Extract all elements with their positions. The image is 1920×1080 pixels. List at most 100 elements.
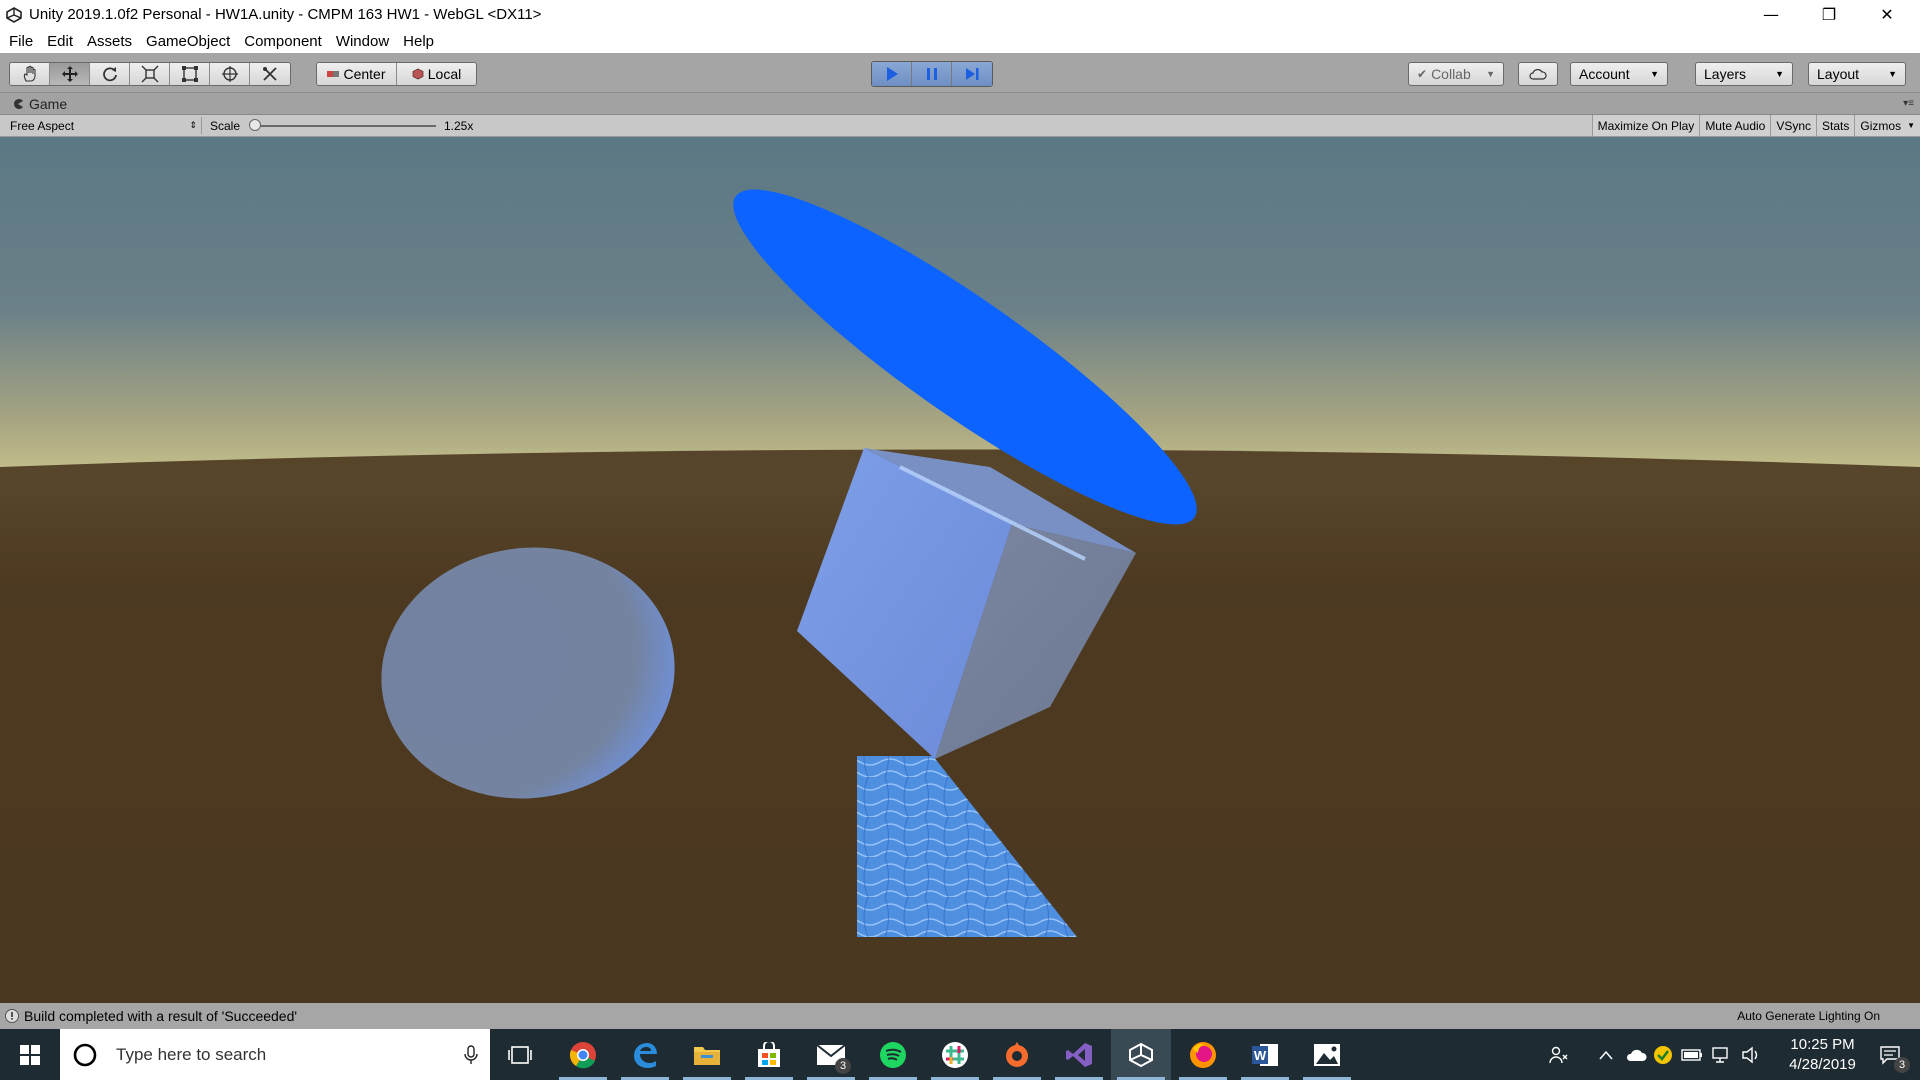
menu-edit[interactable]: Edit [40,33,80,50]
panel-menu-icon[interactable]: ▾≡ [1903,98,1914,109]
aspect-arrows-icon: ⇕ [189,120,197,130]
menu-help[interactable]: Help [396,33,441,50]
norton-icon[interactable] [1648,1029,1678,1080]
transform-tools [9,62,291,86]
pivot-center-button[interactable]: Center [317,63,397,85]
minimize-button[interactable]: — [1742,0,1800,29]
move-tool-icon[interactable] [50,63,90,85]
show-hidden-icons-icon[interactable] [1591,1029,1621,1080]
space-local-button[interactable]: Local [397,63,476,85]
battery-icon[interactable] [1677,1029,1707,1080]
tab-game-label: Game [29,95,68,112]
account-dropdown[interactable]: Account ▼ [1570,62,1668,86]
tab-game[interactable]: Game [12,96,67,112]
pivot-icon [327,71,340,77]
firefox-icon[interactable] [1173,1029,1233,1080]
pause-button[interactable] [912,62,952,86]
maximize-on-play-toggle[interactable]: Maximize On Play [1591,115,1700,136]
menu-window[interactable]: Window [329,33,396,50]
volume-icon[interactable] [1736,1029,1766,1080]
system-clock[interactable]: 10:25 PM 4/28/2019 [1765,1035,1880,1075]
custom-tool-icon[interactable] [250,63,290,85]
account-label: Account [1579,66,1630,82]
origin-icon[interactable] [987,1029,1047,1080]
search-placeholder: Type here to search [116,1044,267,1064]
restore-button[interactable]: ❐ [1800,0,1858,29]
game-pacman-icon [14,98,23,109]
scale-tool-icon[interactable] [130,63,170,85]
auto-lighting-status[interactable]: Auto Generate Lighting On [1737,1009,1880,1023]
menu-assets[interactable]: Assets [80,33,139,50]
layers-dropdown[interactable]: Layers ▼ [1695,62,1793,86]
task-view-icon[interactable] [490,1029,550,1080]
chrome-icon[interactable] [553,1029,613,1080]
collab-dropdown[interactable]: ✔ Collab ▼ [1408,62,1504,86]
rotate-tool-icon[interactable] [90,63,130,85]
action-center-icon[interactable]: 3 [1866,1029,1914,1080]
play-icon [886,67,898,81]
info-icon [5,1009,19,1023]
pivot-space-toggles: Center Local [316,62,477,86]
gizmos-dropdown[interactable]: Gizmos ▼ [1854,115,1920,136]
scale-label: Scale [210,119,241,133]
windows-taskbar: Type here to search 3 W 10:25 PM 4/28/20… [0,1029,1920,1080]
file-explorer-icon[interactable] [677,1029,737,1080]
cortana-icon [73,1043,97,1066]
layout-dropdown[interactable]: Layout ▼ [1808,62,1906,86]
scale-slider-handle[interactable] [249,119,261,131]
layers-label: Layers [1704,66,1747,82]
play-button[interactable] [872,62,912,86]
menu-bar: File Edit Assets GameObject Component Wi… [0,29,1920,53]
start-button[interactable] [0,1029,60,1080]
cloud-button[interactable] [1518,62,1558,86]
collab-check-icon: ✔ [1417,67,1428,81]
edge-icon[interactable] [615,1029,675,1080]
status-message-row[interactable]: Build completed with a result of 'Succee… [4,1008,297,1024]
aspect-dropdown[interactable]: Free Aspect ⇕ [5,117,202,134]
network-icon[interactable] [1706,1029,1736,1080]
step-button[interactable] [952,62,992,86]
word-icon[interactable]: W [1235,1029,1295,1080]
stats-toggle[interactable]: Stats [1816,115,1855,136]
game-view-bar: Free Aspect ⇕ Scale 1.25x Maximize On Pl… [0,115,1920,137]
collab-label: Collab [1431,66,1471,82]
transform-tool-icon[interactable] [210,63,250,85]
people-icon[interactable] [1544,1029,1574,1080]
scale-slider-track[interactable] [253,125,436,127]
mail-icon[interactable]: 3 [801,1029,861,1080]
notification-badge: 3 [1894,1057,1910,1073]
account-caret-icon: ▼ [1650,69,1659,79]
windows-logo-icon [20,1044,40,1065]
visual-studio-icon[interactable] [1049,1029,1109,1080]
store-icon[interactable] [739,1029,799,1080]
slack-icon[interactable] [925,1029,985,1080]
gizmos-caret-icon: ▼ [1907,121,1915,130]
menu-file[interactable]: File [2,33,40,50]
unity-logo-icon [3,4,25,26]
rect-tool-icon[interactable] [170,63,210,85]
local-cube-icon [412,68,424,80]
hand-tool-icon[interactable] [10,63,50,85]
unity-icon[interactable] [1111,1029,1171,1080]
svg-text:W: W [1254,1048,1267,1063]
taskbar-search-box[interactable]: Type here to search [60,1029,490,1080]
step-icon [966,68,979,80]
play-controls [871,61,993,87]
photos-icon[interactable] [1297,1029,1357,1080]
title-bar: Unity 2019.1.0f2 Personal - HW1A.unity -… [0,0,1920,29]
vsync-toggle[interactable]: VSync [1770,115,1817,136]
menu-gameobject[interactable]: GameObject [139,33,237,50]
spotify-icon[interactable] [863,1029,923,1080]
onedrive-icon[interactable] [1621,1029,1651,1080]
close-button[interactable]: ✕ [1858,0,1916,29]
game-tab-header: Game ▾≡ [0,93,1920,115]
game-viewport[interactable] [0,137,1920,1003]
scale-value: 1.25x [444,119,474,133]
microphone-icon[interactable] [464,1044,478,1065]
menu-component[interactable]: Component [237,33,329,50]
space-label: Local [427,66,462,82]
scene-render [0,137,1920,1003]
collab-caret-icon: ▼ [1486,69,1495,79]
layers-caret-icon: ▼ [1775,69,1784,79]
mute-audio-toggle[interactable]: Mute Audio [1699,115,1771,136]
